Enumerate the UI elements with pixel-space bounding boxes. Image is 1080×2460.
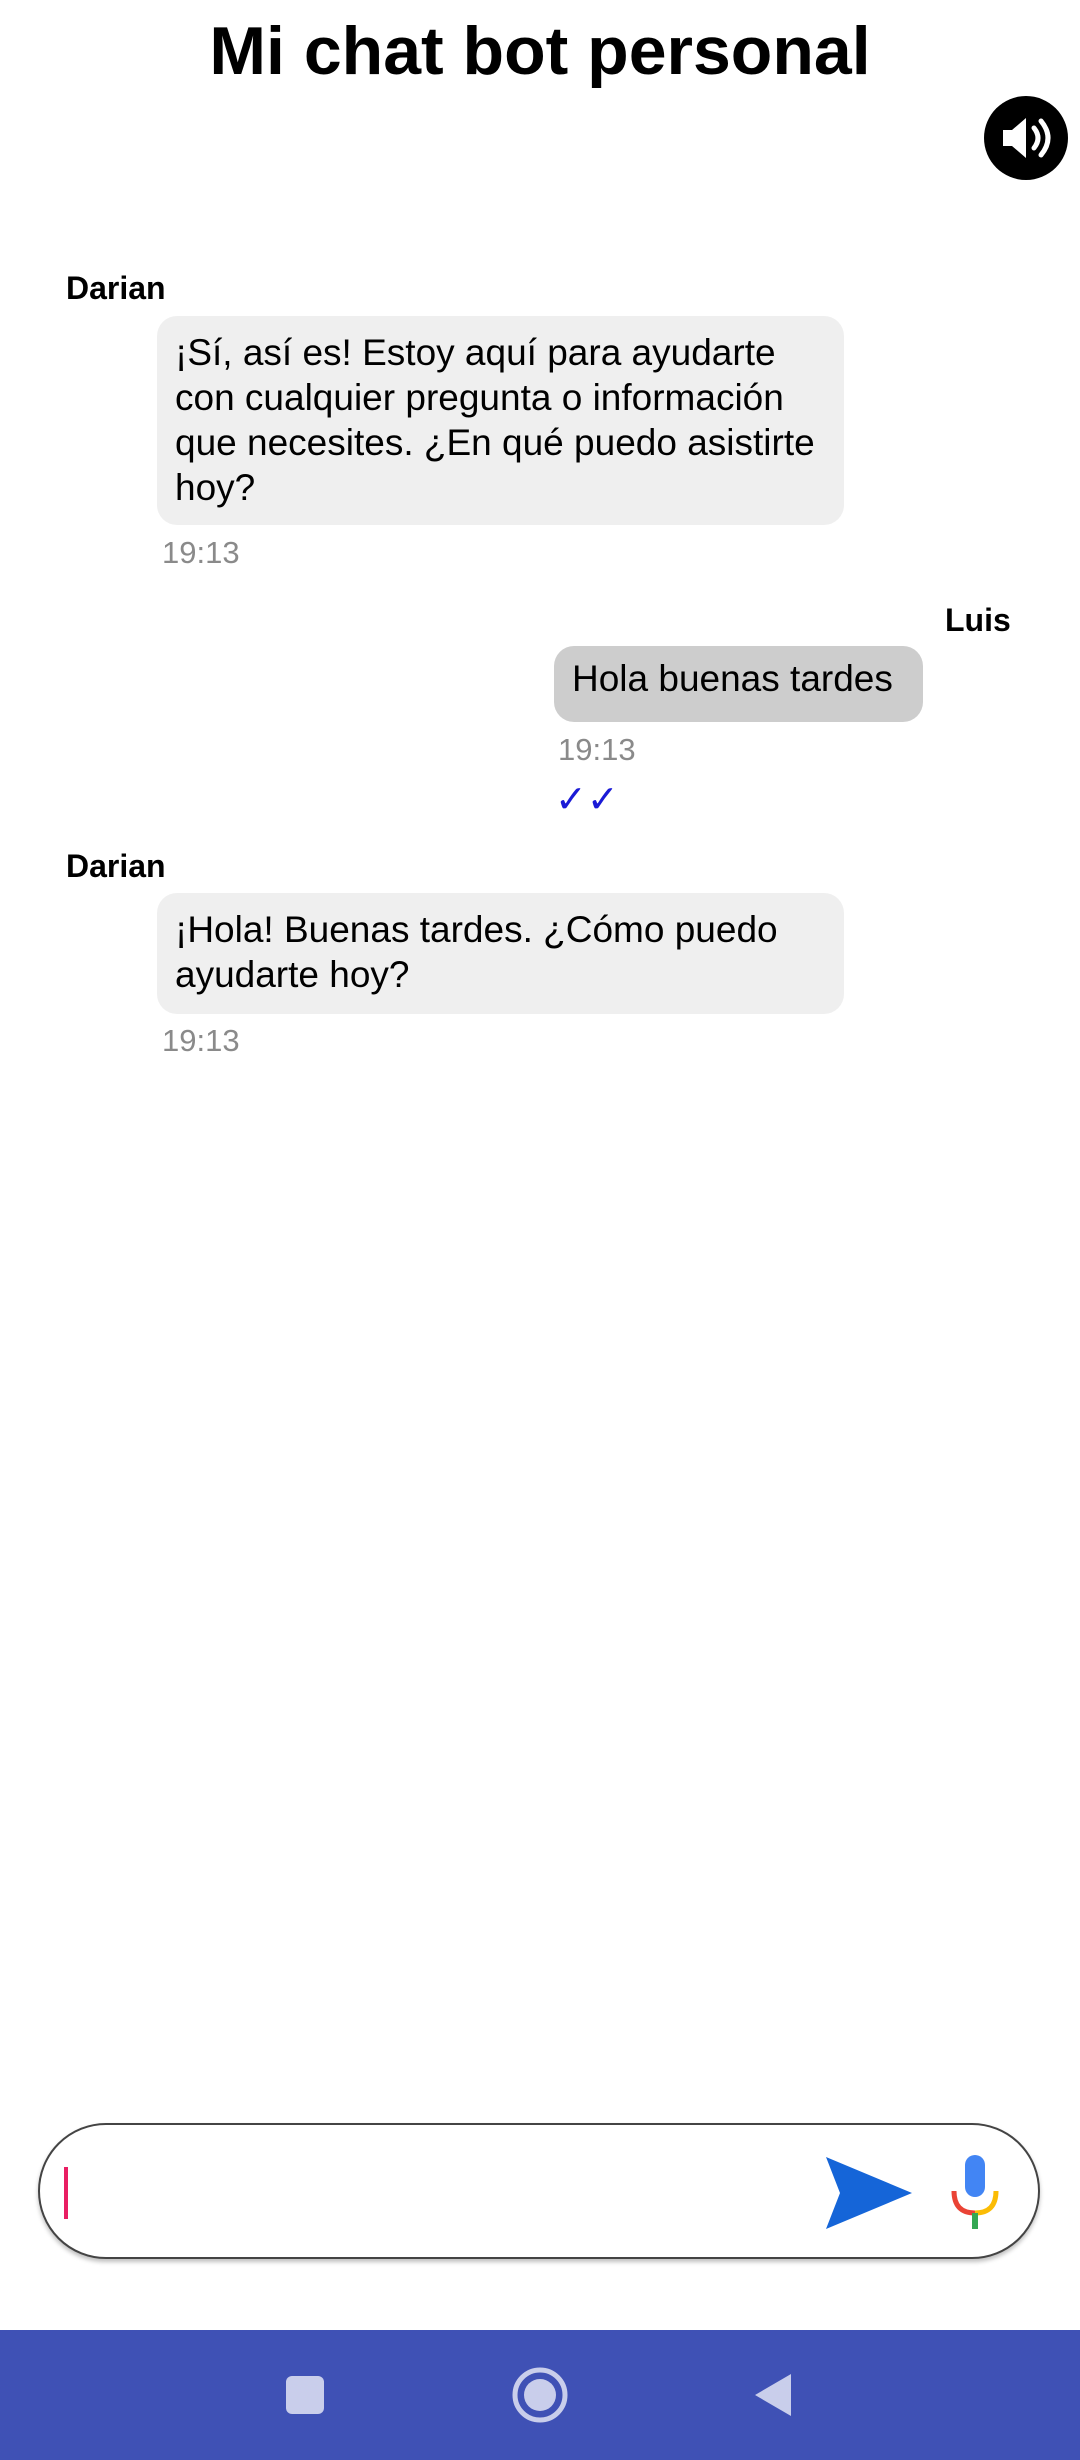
message-sender-name: Darian xyxy=(66,270,166,306)
back-button[interactable] xyxy=(733,2355,813,2435)
message-timestamp: 19:13 xyxy=(162,535,240,570)
speaker-button[interactable] xyxy=(984,96,1068,180)
microphone-icon xyxy=(951,2155,999,2229)
user-message-bubble: Hola buenas tardes xyxy=(554,646,923,722)
bot-message-bubble: ¡Hola! Buenas tardes. ¿Cómo puedo ayudar… xyxy=(157,893,844,1014)
message-timestamp: 19:13 xyxy=(558,732,636,767)
chat-screen: Mi chat bot personal Darian ¡Sí, así es!… xyxy=(0,0,1080,2460)
text-caret xyxy=(64,2167,68,2219)
bot-message-bubble: ¡Sí, así es! Estoy aquí para ayudarte co… xyxy=(157,316,844,525)
page-title: Mi chat bot personal xyxy=(209,13,871,89)
circle-home-icon xyxy=(512,2367,568,2423)
message-sender-name: Luis xyxy=(945,602,1011,638)
triangle-back-icon xyxy=(755,2374,791,2416)
message-timestamp: 19:13 xyxy=(162,1023,240,1058)
square-recents-icon xyxy=(286,2376,324,2414)
message-composer xyxy=(38,2123,1040,2259)
speaker-volume-icon xyxy=(1003,118,1051,158)
send-button[interactable] xyxy=(820,2153,920,2233)
read-receipt-icon: ✓✓ xyxy=(555,779,619,821)
microphone-button[interactable] xyxy=(940,2151,1010,2235)
recents-button[interactable] xyxy=(265,2355,345,2435)
system-nav-bar xyxy=(0,2330,1080,2460)
send-icon xyxy=(826,2157,912,2229)
message-input[interactable] xyxy=(64,2149,828,2237)
message-sender-name: Darian xyxy=(66,848,166,884)
home-button[interactable] xyxy=(500,2355,580,2435)
